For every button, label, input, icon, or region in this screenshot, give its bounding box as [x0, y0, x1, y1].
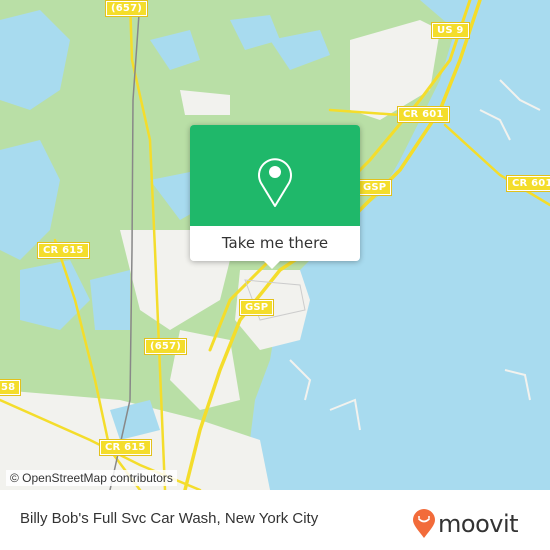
inland-water — [0, 140, 60, 260]
map-view[interactable]: (657) US 9 CR 601 CR 601 GSP GSP CR 615 … — [0, 0, 550, 490]
road-shield-cr601: CR 601 — [506, 175, 550, 192]
inland-water — [150, 30, 200, 70]
urban-area — [180, 90, 230, 115]
map-pin-icon — [258, 158, 292, 207]
inland-water — [230, 15, 280, 50]
location-popup: Take me there — [190, 125, 360, 269]
road-shield-gsp: GSP — [238, 299, 275, 316]
road-shield-cr601: CR 601 — [397, 106, 450, 123]
road-shield-cr615: CR 615 — [37, 242, 90, 259]
moovit-pin-icon — [413, 509, 435, 538]
road-shield-gsp: GSP — [356, 179, 393, 196]
road-shield-us9: US 9 — [431, 22, 470, 39]
place-title: Billy Bob's Full Svc Car Wash, New York … — [20, 510, 319, 527]
inland-water — [0, 10, 70, 110]
popup-header — [190, 125, 360, 226]
take-me-there-button[interactable]: Take me there — [190, 226, 360, 261]
road-shield-657: (657) — [143, 338, 188, 355]
inland-water — [90, 270, 130, 330]
urban-area — [350, 20, 440, 120]
inland-water — [270, 30, 330, 70]
moovit-wordmark: moovit — [438, 510, 519, 538]
road-shield-cr615: CR 615 — [99, 439, 152, 456]
popup-pointer — [264, 261, 280, 269]
road-shield-58: 58 — [0, 379, 22, 396]
moovit-logo[interactable]: moovit — [412, 509, 519, 539]
road-shield-657: (657) — [104, 0, 149, 17]
map-attribution[interactable]: © OpenStreetMap contributors — [6, 470, 177, 486]
